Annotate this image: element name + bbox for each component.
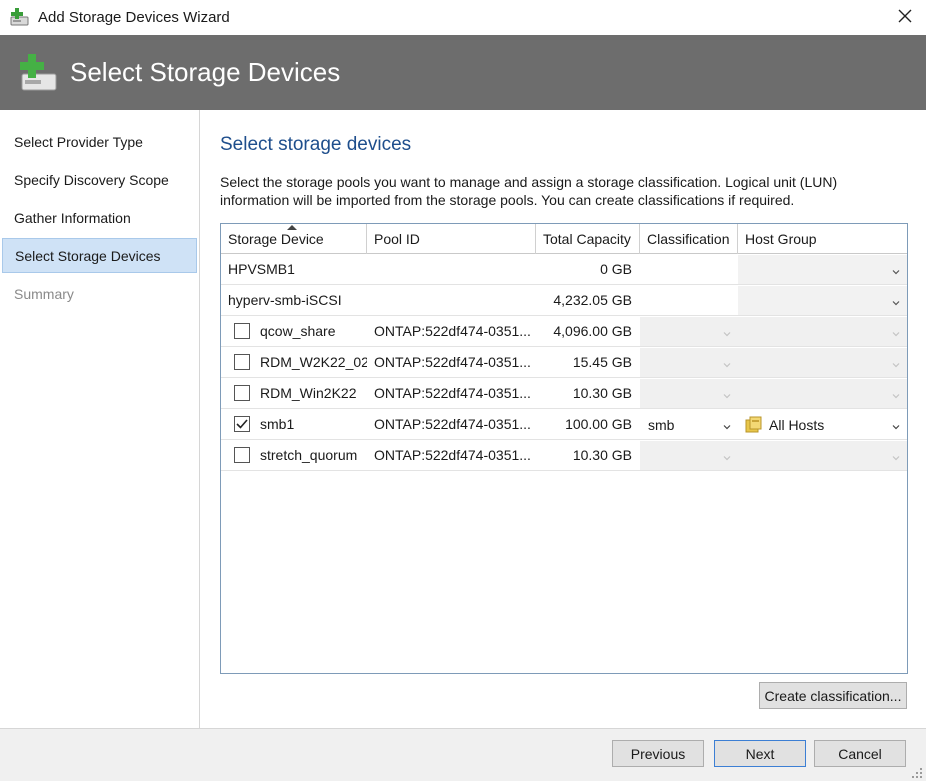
column-header-classification[interactable]: Classification (640, 224, 738, 254)
wizard-header: Select Storage Devices (0, 35, 926, 110)
chevron-down-icon (722, 357, 732, 368)
step-gather-information[interactable]: Gather Information (2, 200, 197, 235)
cell-total-capacity: 15.45 GB (572, 354, 632, 370)
cell-total-capacity: 4,232.05 GB (553, 292, 632, 308)
classification-value: smb (648, 416, 675, 433)
host-group-dropdown (738, 317, 907, 346)
main-content: Select storage devices Select the storag… (201, 110, 926, 728)
create-classification-button[interactable]: Create classification... (759, 682, 907, 709)
next-button[interactable]: Next (714, 740, 806, 767)
column-header-storage-device[interactable]: Storage Device (221, 224, 367, 254)
resize-grip-icon[interactable] (911, 766, 923, 778)
select-checkbox[interactable] (234, 416, 250, 432)
column-header-total-capacity[interactable]: Total Capacity (536, 224, 640, 254)
table-row[interactable]: smb1 ONTAP:522df474-0351... 100.00 GB sm… (221, 409, 907, 440)
chevron-down-icon (891, 295, 901, 306)
cell-storage-device: stretch_quorum (221, 440, 367, 470)
table-row[interactable]: RDM_W2K22_02 ONTAP:522df474-0351... 15.4… (221, 347, 907, 378)
wizard-steps-sidebar: Select Provider Type Specify Discovery S… (0, 110, 200, 728)
cell-total-capacity: 100.00 GB (565, 416, 632, 432)
step-specify-discovery-scope[interactable]: Specify Discovery Scope (2, 162, 197, 197)
table-row[interactable]: stretch_quorum ONTAP:522df474-0351... 10… (221, 440, 907, 471)
chevron-down-icon (722, 388, 732, 399)
host-group-dropdown[interactable] (738, 255, 907, 284)
chevron-down-icon (722, 450, 732, 461)
select-checkbox[interactable] (234, 354, 250, 370)
window-title: Add Storage Devices Wizard (38, 8, 230, 26)
host-group-value: All Hosts (769, 416, 825, 433)
cell-storage-device: RDM_W2K22_02 (221, 347, 367, 377)
cell-total-capacity: 4,096.00 GB (553, 323, 632, 339)
checkmark-icon (236, 419, 248, 429)
page-title: Select Storage Devices (70, 57, 341, 87)
cell-storage-device: smb1 (221, 409, 367, 439)
storage-add-icon (8, 7, 30, 27)
step-summary: Summary (14, 285, 74, 302)
storage-devices-grid[interactable]: Storage Device Pool ID Total Capacity Cl… (220, 223, 908, 674)
cell-storage-device: RDM_Win2K22 (221, 378, 367, 408)
title-bar: Add Storage Devices Wizard (0, 0, 926, 34)
table-row[interactable]: hyperv-smb-iSCSI 4,232.05 GB (221, 285, 907, 316)
cell-pool-id: ONTAP:522df474-0351... (374, 447, 531, 463)
table-row[interactable]: qcow_share ONTAP:522df474-0351... 4,096.… (221, 316, 907, 347)
section-description: Select the storage pools you want to man… (220, 174, 838, 208)
chevron-down-icon (722, 419, 732, 430)
cell-total-capacity: 0 GB (600, 261, 632, 277)
classification-dropdown[interactable]: smb (640, 410, 738, 439)
host-group-dropdown[interactable] (738, 286, 907, 315)
chevron-down-icon (891, 326, 901, 337)
chevron-down-icon (891, 388, 901, 399)
column-header-pool-id[interactable]: Pool ID (367, 224, 536, 254)
cell-storage-device: qcow_share (221, 316, 367, 346)
section-title: Select storage devices (220, 134, 412, 155)
cell-total-capacity: 10.30 GB (572, 447, 632, 463)
cell-storage-device: HPVSMB1 (228, 261, 295, 277)
cell-pool-id: ONTAP:522df474-0351... (374, 385, 531, 401)
host-group-dropdown (738, 348, 907, 377)
host-group-dropdown (738, 379, 907, 408)
sort-ascending-icon (287, 225, 297, 230)
storage-add-icon (14, 50, 60, 96)
host-group-folder-icon (745, 416, 763, 434)
cell-pool-id: ONTAP:522df474-0351... (374, 354, 531, 370)
cell-pool-id: ONTAP:522df474-0351... (374, 416, 531, 432)
cell-total-capacity: 10.30 GB (572, 385, 632, 401)
column-header-host-group[interactable]: Host Group (738, 224, 907, 254)
table-row[interactable]: HPVSMB1 0 GB (221, 254, 907, 285)
chevron-down-icon (722, 326, 732, 337)
previous-button[interactable]: Previous (612, 740, 704, 767)
host-group-dropdown (738, 441, 907, 470)
step-select-storage-devices[interactable]: Select Storage Devices (2, 238, 197, 273)
grid-header: Storage Device Pool ID Total Capacity Cl… (221, 224, 907, 254)
chevron-down-icon (891, 450, 901, 461)
classification-dropdown (640, 379, 738, 408)
step-select-provider-type[interactable]: Select Provider Type (2, 124, 197, 159)
cell-storage-device: hyperv-smb-iSCSI (228, 292, 342, 308)
chevron-down-icon (891, 357, 901, 368)
chevron-down-icon (891, 419, 901, 430)
select-checkbox[interactable] (234, 447, 250, 463)
classification-dropdown (640, 348, 738, 377)
table-row[interactable]: RDM_Win2K22 ONTAP:522df474-0351... 10.30… (221, 378, 907, 409)
classification-dropdown (640, 317, 738, 346)
host-group-dropdown[interactable]: All Hosts (738, 410, 907, 439)
wizard-footer: Previous Next Cancel (0, 728, 926, 781)
close-icon[interactable] (894, 5, 916, 27)
select-checkbox[interactable] (234, 385, 250, 401)
cell-pool-id: ONTAP:522df474-0351... (374, 323, 531, 339)
select-checkbox[interactable] (234, 323, 250, 339)
cancel-button[interactable]: Cancel (814, 740, 906, 767)
chevron-down-icon (891, 264, 901, 275)
classification-dropdown (640, 441, 738, 470)
